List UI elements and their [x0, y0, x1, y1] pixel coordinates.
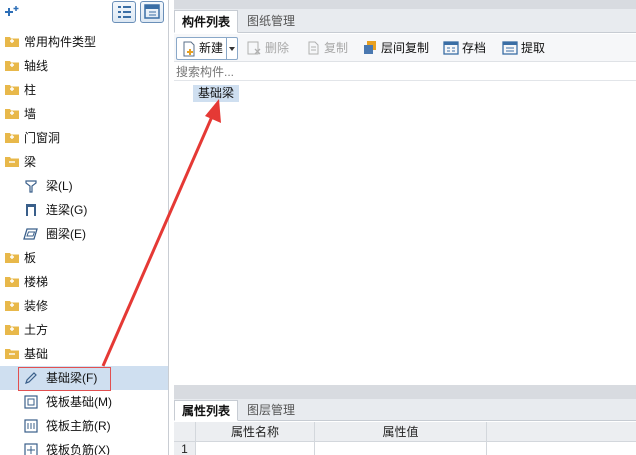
tab-drawing-management[interactable]: 图纸管理 [240, 10, 302, 33]
coupling-beam-icon [26, 204, 36, 216]
tree-item-common-types[interactable]: 常用构件类型 [0, 30, 168, 54]
right-area: 构件列表 图纸管理 新建 删除 复制 层间复制 存档 提取 搜索构件... 基础… [174, 0, 636, 455]
new-document-icon [183, 41, 195, 57]
tree-item-label: 圈梁(E) [46, 227, 86, 241]
table-row[interactable]: 1 [174, 442, 636, 455]
property-name-cell[interactable] [196, 442, 315, 455]
tab-property-list[interactable]: 属性列表 [174, 400, 239, 421]
tree-item-label: 筏板主筋(R) [46, 419, 111, 433]
row-number: 1 [174, 442, 196, 455]
add-sparkle-icon[interactable] [4, 5, 20, 21]
list-item[interactable]: 基础梁 [193, 85, 240, 102]
folder-closed-icon [5, 85, 19, 95]
beam-icon [25, 180, 37, 193]
tree-item-label: 土方 [24, 323, 49, 337]
extract-icon [502, 41, 518, 55]
floor-copy-icon [364, 41, 376, 54]
folder-closed-icon [5, 109, 19, 119]
tree-item-raft-negative-rebar[interactable]: 筏板负筋(X) [0, 438, 168, 455]
copy-icon [308, 41, 319, 55]
tree-item-slab[interactable]: 板 [0, 246, 168, 270]
panel-splitter[interactable] [174, 385, 636, 399]
component-type-tree-panel: 常用构件类型 轴线 柱 墙 门窗洞 梁 梁(L) 连梁(G) 圈梁(E) 板 楼… [0, 0, 169, 455]
folder-closed-icon [5, 37, 19, 47]
tree-item-label: 墙 [24, 107, 37, 121]
folder-closed-icon [5, 277, 19, 287]
folder-open-icon [5, 157, 19, 167]
folder-closed-icon [5, 61, 19, 71]
tree-item-label: 筏板负筋(X) [46, 443, 110, 455]
tree-item-beam-l[interactable]: 梁(L) [0, 174, 168, 198]
new-button[interactable]: 新建 [176, 37, 238, 60]
tree-item-ring-beam[interactable]: 圈梁(E) [0, 222, 168, 246]
component-type-tree: 常用构件类型 轴线 柱 墙 门窗洞 梁 梁(L) 连梁(G) 圈梁(E) 板 楼… [0, 30, 168, 455]
component-list: 基础梁 [174, 82, 636, 384]
property-value-cell[interactable] [315, 442, 487, 455]
tree-item-label: 板 [24, 251, 37, 265]
tree-item-coupling-beam[interactable]: 连梁(G) [0, 198, 168, 222]
component-panel-tabs: 构件列表 图纸管理 [174, 9, 636, 33]
folder-closed-icon [5, 253, 19, 263]
ring-beam-icon [23, 228, 38, 240]
new-button-label: 新建 [199, 41, 224, 55]
folder-closed-icon [5, 301, 19, 311]
column-header-property-value: 属性值 [315, 422, 487, 442]
chevron-down-icon[interactable] [229, 47, 235, 51]
tree-item-label: 轴线 [24, 59, 49, 73]
tree-item-label: 常用构件类型 [24, 35, 97, 49]
tree-item-raft-foundation[interactable]: 筏板基础(M) [0, 390, 168, 414]
tree-item-finishes[interactable]: 装修 [0, 294, 168, 318]
tree-item-label: 梁(L) [46, 179, 73, 193]
property-panel-tabs: 属性列表 图层管理 [174, 399, 636, 421]
extract-button-label: 提取 [521, 41, 546, 55]
tab-component-list[interactable]: 构件列表 [174, 10, 239, 33]
tree-item-label: 梁 [24, 155, 37, 169]
tree-item-wall[interactable]: 墙 [0, 102, 168, 126]
grid-view-button[interactable] [140, 1, 164, 23]
top-splitter [174, 0, 636, 9]
split-divider [226, 38, 227, 59]
column-header-property-name: 属性名称 [196, 422, 315, 442]
component-toolbar: 新建 删除 复制 层间复制 存档 提取 [174, 34, 636, 62]
folder-closed-icon [5, 133, 19, 143]
tree-item-column[interactable]: 柱 [0, 78, 168, 102]
tree-item-beam[interactable]: 梁 [0, 150, 168, 174]
search-input[interactable] [174, 63, 636, 81]
raft-negative-rebar-icon [24, 443, 38, 455]
tree-item-foundation-beam[interactable]: 基础梁(F) [0, 366, 168, 391]
tab-layer-management[interactable]: 图层管理 [240, 400, 302, 421]
tree-item-label: 门窗洞 [24, 131, 61, 145]
raft-main-rebar-icon [24, 419, 38, 433]
raft-foundation-icon [24, 395, 38, 409]
row-header-corner [174, 422, 196, 442]
copy-button-label: 复制 [324, 41, 349, 55]
tree-item-stairs[interactable]: 楼梯 [0, 270, 168, 294]
tree-item-axis[interactable]: 轴线 [0, 54, 168, 78]
list-view-button[interactable] [112, 1, 136, 23]
tree-toolbar [0, 0, 168, 26]
archive-button-label: 存档 [462, 41, 487, 55]
folder-open-icon [5, 349, 19, 359]
folder-closed-icon [5, 325, 19, 335]
tree-item-label: 筏板基础(M) [46, 395, 112, 409]
property-grid-header: 属性名称 属性值 [174, 422, 636, 442]
floor-copy-button-label: 层间复制 [381, 41, 430, 55]
tree-item-foundation[interactable]: 基础 [0, 342, 168, 366]
tree-item-raft-main-rebar[interactable]: 筏板主筋(R) [0, 414, 168, 438]
tree-item-label: 柱 [24, 83, 37, 97]
delete-button-label: 删除 [265, 41, 290, 55]
delete-icon [247, 41, 261, 55]
archive-icon [443, 41, 459, 55]
tree-item-openings[interactable]: 门窗洞 [0, 126, 168, 150]
app-window: 常用构件类型 轴线 柱 墙 门窗洞 梁 梁(L) 连梁(G) 圈梁(E) 板 楼… [0, 0, 636, 455]
annotation-highlight-box [18, 367, 111, 391]
tree-item-label: 基础 [24, 347, 49, 361]
tree-item-label: 装修 [24, 299, 49, 313]
tree-item-label: 楼梯 [24, 275, 49, 289]
table-view-icon [144, 4, 160, 19]
tree-item-earthwork[interactable]: 土方 [0, 318, 168, 342]
tree-item-label: 连梁(G) [46, 203, 88, 217]
list-view-icon [118, 6, 131, 18]
